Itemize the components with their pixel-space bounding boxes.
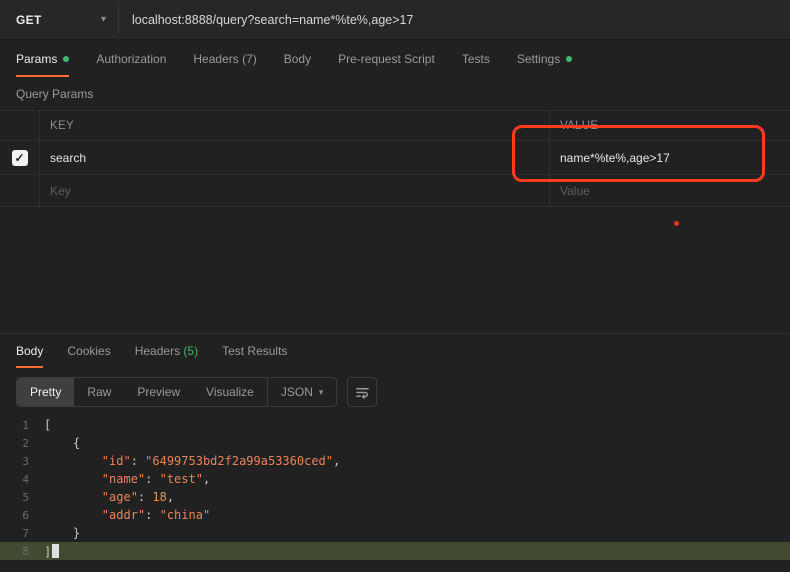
response-toolbar: Pretty Raw Preview Visualize JSON ▾ (16, 377, 774, 407)
language-label: JSON (281, 385, 313, 399)
view-mode-pretty[interactable]: Pretty (17, 378, 74, 406)
green-dot-icon (63, 56, 69, 62)
tab-pre-request-script-label: Pre-request Script (338, 52, 435, 66)
view-mode-raw[interactable]: Raw (74, 378, 124, 406)
response-tab-headers[interactable]: Headers (5) (135, 334, 198, 368)
response-tab-cookies-label: Cookies (67, 344, 110, 358)
code-line: 6 "addr": "china" (0, 506, 790, 524)
tab-pre-request-script[interactable]: Pre-request Script (338, 40, 435, 77)
tab-body-label: Body (284, 52, 311, 66)
query-params-table: KEY VALUE ✓ search name*%te%,age>17 Key … (0, 110, 790, 207)
line-number: 4 (0, 473, 44, 486)
column-header-key: KEY (40, 111, 550, 141)
line-number: 8 (0, 545, 44, 558)
line-number: 2 (0, 437, 44, 450)
green-dot-icon (566, 56, 572, 62)
new-param-checkbox-cell (0, 175, 40, 207)
param-checkbox-cell: ✓ (0, 141, 40, 175)
code-line: 2 { (0, 434, 790, 452)
code-line: 5 "age": 18, (0, 488, 790, 506)
line-number: 6 (0, 509, 44, 522)
wrap-text-icon (355, 385, 370, 400)
code-line: 7 } (0, 524, 790, 542)
tab-authorization-label: Authorization (96, 52, 166, 66)
language-dropdown[interactable]: JSON ▾ (267, 378, 337, 406)
param-value-cell[interactable]: name*%te%,age>17 (550, 141, 790, 175)
tab-params-label: Params (16, 52, 57, 66)
method-selector[interactable]: GET ▾ (0, 0, 118, 39)
tab-tests[interactable]: Tests (462, 40, 490, 77)
postman-window: GET ▾ localhost:8888/query?search=name*%… (0, 0, 790, 572)
response-tab-test-results-label: Test Results (222, 344, 287, 358)
code-line: 3 "id": "6499753bd2f2a99a53360ced", (0, 452, 790, 470)
tab-headers[interactable]: Headers (7) (193, 40, 256, 77)
view-mode-group: Pretty Raw Preview Visualize JSON ▾ (16, 377, 337, 407)
tab-body[interactable]: Body (284, 40, 311, 77)
method-label: GET (16, 13, 42, 27)
new-param-key-input[interactable]: Key (40, 175, 550, 207)
code-line: 1 [ (0, 416, 790, 434)
line-number: 3 (0, 455, 44, 468)
response-tab-test-results[interactable]: Test Results (222, 334, 287, 368)
wrap-text-button[interactable] (347, 377, 377, 407)
tab-tests-label: Tests (462, 52, 490, 66)
line-number: 1 (0, 419, 44, 432)
request-url-bar: GET ▾ localhost:8888/query?search=name*%… (0, 0, 790, 40)
response-section: Body Cookies Headers (5) Test Results Pr… (0, 333, 790, 560)
response-tabs: Body Cookies Headers (5) Test Results (0, 334, 790, 368)
response-body-editor[interactable]: 1 [ 2 { 3 "id": "6499753bd2f2a99a53360ce… (0, 416, 790, 560)
headers-count-badge: (5) (180, 344, 198, 358)
param-enabled-checkbox[interactable]: ✓ (12, 150, 28, 166)
new-param-value-input[interactable]: Value (550, 175, 790, 207)
tab-settings-label: Settings (517, 52, 560, 66)
response-tab-headers-label: Headers (135, 344, 180, 358)
response-tab-body[interactable]: Body (16, 334, 43, 368)
response-tab-cookies[interactable]: Cookies (67, 334, 110, 368)
line-number: 5 (0, 491, 44, 504)
header-checkbox-cell (0, 111, 40, 141)
tab-params[interactable]: Params (16, 40, 69, 77)
code-line-active: 8 ] (0, 542, 790, 560)
url-input[interactable]: localhost:8888/query?search=name*%te%,ag… (119, 0, 790, 39)
param-key-cell[interactable]: search (40, 141, 550, 175)
query-params-title: Query Params (16, 87, 774, 101)
empty-area (0, 207, 790, 333)
chevron-down-icon: ▾ (319, 387, 324, 398)
request-tabs: Params Authorization Headers (7) Body Pr… (0, 40, 790, 77)
tab-headers-label: Headers (7) (193, 52, 256, 66)
line-number: 7 (0, 527, 44, 540)
response-tab-body-label: Body (16, 344, 43, 358)
chevron-down-icon: ▾ (101, 14, 106, 25)
text-cursor (52, 544, 59, 558)
column-header-value: VALUE (550, 111, 790, 141)
tab-authorization[interactable]: Authorization (96, 40, 166, 77)
code-line: 4 "name": "test", (0, 470, 790, 488)
view-mode-preview[interactable]: Preview (124, 378, 193, 406)
tab-settings[interactable]: Settings (517, 40, 572, 77)
view-mode-visualize[interactable]: Visualize (193, 378, 267, 406)
